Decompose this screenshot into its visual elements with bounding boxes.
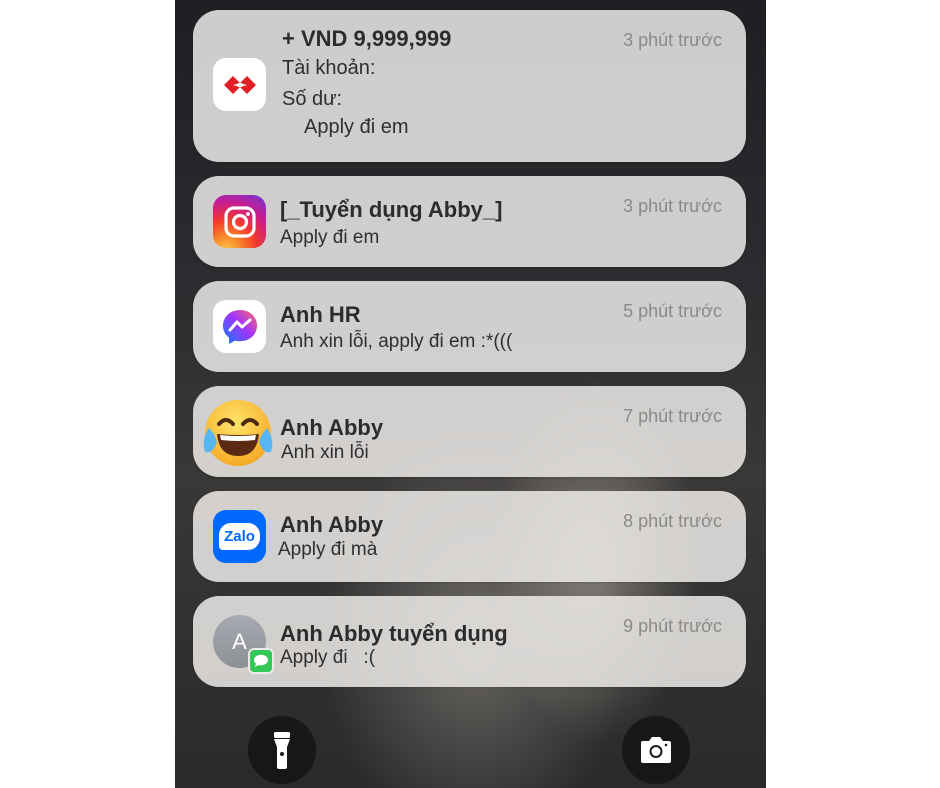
notification-line: Apply đi mà: [278, 539, 378, 560]
notification-time: 3 phút trước: [623, 196, 722, 216]
notification-title: + VND 9,999,999: [282, 26, 452, 51]
notification-time: 7 phút trước: [623, 406, 722, 426]
notification-line: Tài khoản:: [282, 57, 376, 79]
notification-line: Số dư:: [282, 88, 343, 110]
notification-title: Anh Abby tuyển dụng: [280, 621, 508, 646]
avatar-letter: A: [232, 628, 247, 654]
lock-screen: + VND 9,999,999 Tài khoản: Số dư: Apply …: [175, 0, 766, 788]
flashlight-icon: [274, 732, 290, 769]
camera-icon: [641, 737, 671, 763]
notification-line: Anh xin lỗi: [281, 442, 369, 463]
tears-of-joy-emoji-icon: [199, 394, 277, 472]
notification-line: Apply đi em: [280, 227, 380, 248]
notification-time: 9 phút trước: [623, 616, 722, 636]
notification-zalo[interactable]: Zalo Anh Abby Apply đi mà 8 phút trước: [193, 491, 746, 582]
bank-icon: [213, 58, 266, 111]
zalo-icon-text: Zalo: [224, 528, 255, 545]
notification-line: Anh xin lỗi, apply đi em :*(((: [280, 331, 513, 352]
notification-title: Anh Abby: [280, 415, 384, 440]
notification-title: Anh Abby: [280, 512, 384, 537]
notification-time: 5 phút trước: [623, 301, 722, 321]
notification-instagram[interactable]: [_Tuyển dụng Abby_] Apply đi em 3 phút t…: [193, 176, 746, 267]
messenger-icon: [213, 300, 266, 353]
notification-line: Apply đi :(: [280, 647, 376, 668]
notification-title: [_Tuyển dụng Abby_]: [280, 197, 503, 222]
notification-messenger[interactable]: Anh HR Anh xin lỗi, apply đi em :*((( 5 …: [193, 281, 746, 372]
notification-time: 3 phút trước: [623, 30, 722, 50]
camera-button[interactable]: [622, 716, 690, 784]
notification-line: Apply đi em: [304, 116, 409, 138]
messages-badge-icon: [248, 648, 274, 674]
notification-messages[interactable]: A Anh Abby tuyển dụng Apply đi :( 9 phút…: [193, 596, 746, 687]
zalo-icon: Zalo: [213, 510, 266, 563]
notification-bank[interactable]: + VND 9,999,999 Tài khoản: Số dư: Apply …: [193, 10, 746, 162]
notification-time: 8 phút trước: [623, 511, 722, 531]
instagram-icon: [213, 195, 266, 248]
flashlight-button[interactable]: [248, 716, 316, 784]
notification-emoji-contact[interactable]: Anh Abby Anh xin lỗi 7 phút trước: [193, 386, 746, 477]
notification-title: Anh HR: [280, 302, 361, 327]
